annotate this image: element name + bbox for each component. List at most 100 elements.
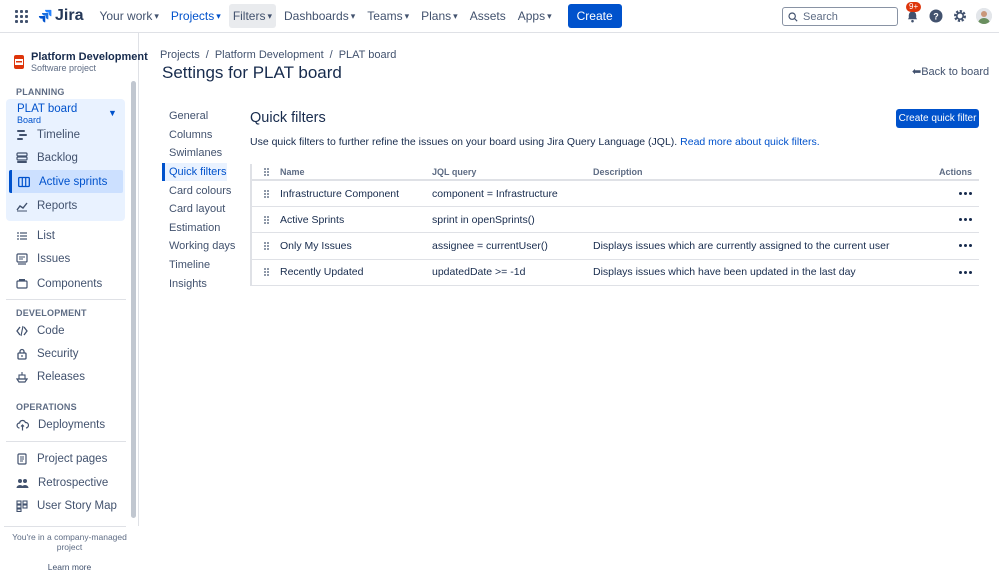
sidebar-item-releases[interactable]: Releases (16, 371, 85, 383)
breadcrumb-board[interactable]: PLAT board (339, 49, 397, 61)
chevron-down-icon: ▾ (154, 10, 159, 21)
sidebar-item-retrospective[interactable]: Retrospective (16, 477, 108, 489)
back-to-board-label: Back to board (921, 66, 990, 78)
settings-button[interactable] (952, 8, 968, 24)
drag-handle[interactable] (252, 268, 280, 277)
cloud-upload-icon (16, 419, 29, 431)
sidebar-item-issues[interactable]: Issues (16, 253, 70, 265)
nav-filters-label: Filters (232, 9, 266, 23)
development-section-label: DEVELOPMENT (16, 308, 87, 318)
user-avatar[interactable] (976, 8, 992, 24)
app-switcher-icon[interactable] (12, 7, 30, 25)
settings-nav-quick-filters[interactable]: Quick filters (162, 162, 227, 182)
sidebar-scrollbar[interactable] (131, 81, 136, 518)
story-map-icon (16, 500, 28, 512)
settings-nav-card-colours[interactable]: Card colours (162, 181, 231, 200)
read-more-link[interactable]: Read more about quick filters. (680, 136, 819, 148)
sidebar-divider (6, 441, 126, 442)
nav-dashboards[interactable]: Dashboards ▾ (280, 4, 359, 28)
back-to-board-link[interactable]: ⬅Back to board (912, 65, 989, 78)
reports-chart-icon (16, 202, 28, 212)
notifications-button[interactable]: 9+ (904, 2, 922, 24)
sidebar-item-list[interactable]: List (16, 230, 55, 242)
settings-nav-working-days[interactable]: Working days (162, 237, 235, 256)
drag-handle-icon (263, 241, 269, 250)
create-button[interactable]: Create (567, 4, 622, 28)
sidebar-item-security[interactable]: Security (16, 348, 79, 360)
breadcrumb: Projects / Platform Development / PLAT b… (160, 49, 396, 61)
settings-nav-card-layout[interactable]: Card layout (162, 200, 227, 219)
settings-nav-swimlanes[interactable]: Swimlanes (162, 144, 227, 163)
drag-handle[interactable] (252, 241, 280, 250)
jira-logo[interactable]: Jira (38, 7, 83, 25)
sidebar-item-timeline[interactable]: Timeline (16, 129, 80, 141)
sidebar-item-user-story-map[interactable]: User Story Map (16, 500, 117, 512)
sidebar-item-reports[interactable]: Reports (16, 200, 77, 212)
project-type: Software project (31, 63, 97, 73)
chevron-down-icon[interactable]: ▼ (108, 108, 117, 118)
board-columns-icon (18, 176, 30, 187)
help-button[interactable]: ? (928, 8, 944, 24)
drag-handle-icon (263, 189, 269, 198)
quick-filters-title: Quick filters (250, 110, 326, 126)
description-text: Use quick filters to further refine the … (250, 136, 678, 148)
project-name: Platform Development (31, 51, 148, 63)
team-icon (16, 479, 29, 488)
breadcrumb-separator: / (329, 49, 333, 61)
row-actions-button[interactable] (959, 270, 972, 274)
chevron-down-icon: ▾ (547, 10, 552, 21)
sidebar-item-backlog[interactable]: Backlog (16, 152, 78, 164)
row-actions-button[interactable] (959, 218, 972, 222)
list-icon (17, 232, 27, 240)
breadcrumb-project[interactable]: Platform Development (215, 49, 324, 61)
breadcrumb-projects[interactable]: Projects (160, 49, 200, 61)
avatar-icon (976, 8, 992, 24)
settings-nav-general[interactable]: General (162, 107, 227, 126)
row-actions-button[interactable] (959, 192, 972, 196)
sidebar-item-deployments[interactable]: Deployments (16, 419, 105, 431)
row-actions-button[interactable] (959, 244, 972, 248)
sidebar-item-label: Backlog (37, 152, 78, 164)
board-selector[interactable]: PLAT board (17, 103, 77, 115)
page-icon (17, 453, 27, 465)
arrow-left-icon: ⬅ (912, 66, 922, 78)
chevron-down-icon: ▾ (216, 10, 221, 21)
create-quick-filter-button[interactable]: Create quick filter (896, 109, 979, 128)
nav-apps[interactable]: Apps ▾ (514, 4, 556, 28)
nav-apps-label: Apps (517, 9, 546, 23)
sidebar-item-label: Project pages (37, 453, 108, 465)
learn-more-link[interactable]: Learn more (0, 552, 139, 570)
drag-column-header (252, 167, 280, 176)
sidebar-item-label: Components (37, 278, 103, 290)
nav-filters[interactable]: Filters ▾ (228, 4, 277, 28)
sidebar-item-label: Issues (37, 253, 71, 265)
nav-dashboards-label: Dashboards (284, 9, 349, 23)
nav-your-work[interactable]: Your work ▾ (95, 4, 162, 28)
drag-handle[interactable] (252, 189, 280, 198)
filter-description: Displays issues which have been updated … (593, 266, 856, 279)
settings-nav-timeline[interactable]: Timeline (162, 256, 227, 275)
search-placeholder: Search (803, 10, 838, 23)
filter-jql: assignee = currentUser() (432, 239, 548, 252)
project-header[interactable]: Platform Development Software project (0, 33, 148, 73)
sidebar-item-code[interactable]: Code (16, 325, 65, 337)
nav-assets[interactable]: Assets (466, 4, 510, 28)
search-input[interactable]: Search (782, 7, 898, 26)
settings-nav-columns[interactable]: Columns (162, 126, 227, 145)
ship-icon (16, 372, 28, 383)
nav-projects[interactable]: Projects ▾ (167, 4, 225, 28)
sidebar-item-active-sprints[interactable]: Active sprints (9, 170, 123, 193)
sidebar-item-components[interactable]: Components (16, 278, 102, 290)
quick-filters-table: Name JQL query Description Actions Infra… (250, 164, 979, 286)
jira-logo-text: Jira (55, 7, 84, 24)
sidebar-item-label: Deployments (38, 419, 106, 431)
settings-nav-estimation[interactable]: Estimation (162, 219, 227, 238)
filter-jql: updatedDate >= -1d (432, 266, 526, 279)
help-icon: ? (929, 9, 943, 23)
table-header: Name JQL query Description Actions (252, 164, 979, 181)
nav-plans[interactable]: Plans ▾ (417, 4, 462, 28)
drag-handle[interactable] (252, 215, 280, 224)
nav-teams[interactable]: Teams ▾ (363, 4, 413, 28)
settings-nav-insights[interactable]: Insights (162, 274, 227, 293)
sidebar-item-project-pages[interactable]: Project pages (16, 453, 107, 465)
